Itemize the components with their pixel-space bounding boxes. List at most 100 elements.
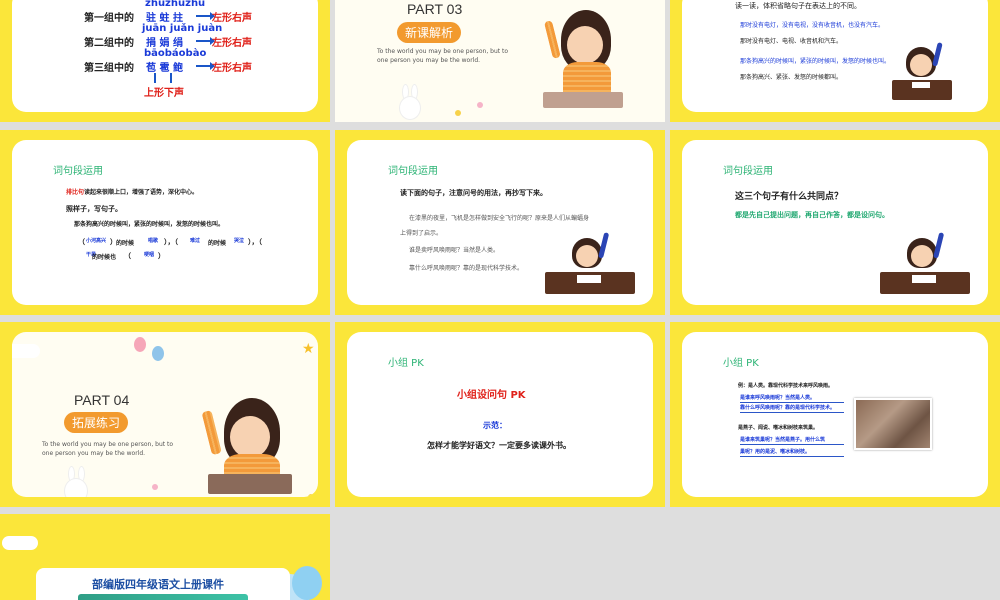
fill-in-6: 哽咽 [144,252,155,258]
paragraph-line-4: 靠什么呼风唤雨呢？靠的是现代科学技术。 [409,265,524,272]
section-tag: 小组 PK [723,358,759,369]
row-chars-1: 驻 蛀 拄 [146,13,183,24]
swallow-photo [854,398,932,450]
slide-heading: 读下面的句子，注意问号的用法，再抄写下来。 [400,189,547,197]
underline [740,444,844,445]
slide-thumbnail-7[interactable]: ★ PART 04 拓展练习 To the world you may be o… [0,322,330,507]
slide-thumbnail-9[interactable]: 小组 PK 例： 是人类。靠现代科学技术来呼风唤雨。 是谁来呼风唤雨呢？当然是人… [670,322,1000,507]
arrow-icon [196,12,215,20]
paragraph-line-2: 上得到了启示。 [400,230,443,237]
pinyin-line-3: bāobáobào [144,48,207,59]
girl-illustration [911,245,933,267]
row-chars-2: 捐 娟 绢 [146,38,183,49]
sentence-4: 那条狗高兴、紧张、发怒的时候都叫。 [740,74,843,81]
question-text: 这三个句子有什么共同点？ [735,192,844,202]
example-sentence: 那条狗高兴的时候叫，紧张的时候叫，发怒的时候也叫。 [74,221,225,228]
desk-illustration [208,474,292,494]
slide-thumbnail-8[interactable]: 小组 PK 小组设问句 PK 示范： 怎样才能学好语文？一定要多读课外书。 [335,322,665,507]
slide-canvas: 词句段运用 排比句 读起来很顺上口，增强了语势，深化中心。 照样子，写句子。 那… [12,140,318,305]
slide-canvas: 小组 PK 例： 是人类。靠现代科学技术来呼风唤雨。 是谁来呼风唤雨呢？当然是人… [682,332,988,497]
row-result-3: 左形右声 [212,63,252,74]
slide-thumbnail-10[interactable]: 部编版四年级语文上册课件 [0,514,330,600]
slide-canvas: ★ PART 04 拓展练习 To the world you may be o… [12,332,318,497]
slide-thumbnail-2[interactable]: PART 03 新课解析 To the world you may be one… [335,0,665,122]
example-label: 例： [738,383,749,389]
paragraph-line-3: 谁是卖呼风唤雨呢？当然是人类。 [409,247,500,254]
prompt-text: 是燕子、闻说、嗜冰和树枝来筑巢。 [738,425,819,431]
row-label-1: 第一组中的 [84,13,134,24]
row-result-2: 左形右声 [212,38,252,49]
sentence-1: 那时没有电灯，没有电视，没有收音机，也没有汽车。 [740,22,885,29]
bracket-comma: ），（ [164,238,178,246]
row-result-1: 左形右声 [212,13,252,24]
part-title: PART 03 [407,1,463,17]
bunny-icon [64,478,88,497]
girl-illustration [230,416,270,458]
answer-line-4: 巢呢？用的是泥、嗜冰和树枝。 [740,449,811,455]
star-icon: ★ [302,341,315,357]
balloon-icon [152,346,164,361]
slide-canvas: 小组 PK 小组设问句 PK 示范： 怎样才能学好语文？一定要多读课外书。 [347,332,653,497]
underline [740,412,844,413]
underline [740,402,844,403]
slide-canvas: 读一读，体积省略句子在表达上的不同。 那时没有电灯，没有电视，没有收音机，也没有… [682,0,988,112]
fill-in-3: 难过 [190,238,201,244]
slide-thumbnail-3[interactable]: 读一读，体积省略句子在表达上的不同。 那时没有电灯，没有电视，没有收音机，也没有… [670,0,1000,122]
girl-illustration [932,42,943,67]
balloon-icon [292,566,322,600]
slide-thumbnail-4[interactable]: 词句段运用 排比句 读起来很顺上口，增强了语势，深化中心。 照样子，写句子。 那… [0,130,330,315]
fill-in-4: 哭泣 [234,238,245,244]
slide-thumbnail-5[interactable]: 词句段运用 读下面的句子，注意问号的用法，再抄写下来。 在漆黑的夜里，飞机是怎样… [335,130,665,315]
cloud-icon [12,344,40,358]
answer-line-1: 是谁来呼风唤雨呢？当然是人类。 [740,395,816,401]
desk-illustration [543,92,623,108]
fill-label-1: 的时候 [116,240,135,247]
english-quote: To the world you may be one person, but … [42,441,174,457]
answer-line-3: 是谁来筑巢呢？当然是燕子。用什么筑 [740,437,826,443]
deck-subtitle: 部编版四年级语文上册课件 [92,578,224,591]
instruction-text: 照样子，写句子。 [66,205,122,213]
fill-label-5: 的时候也 [92,254,117,261]
title-card: 部编版四年级语文上册课件 [36,568,290,600]
section-tag: 词句段运用 [388,166,438,177]
arrow-icon [196,37,215,45]
section-pill: 新课解析 [397,22,462,43]
section-tag: 小组 PK [388,358,424,369]
highlight-term: 排比句 [66,189,85,196]
fill-in-1: 小河高兴 [86,238,107,244]
flower-icon [455,110,461,116]
title-bar [78,594,248,600]
section-tag: 词句段运用 [53,166,103,177]
balloon-icon [134,337,146,352]
answer-line-2: 靠什么呼风唤雨呢？靠的是现代科学技术。 [740,405,836,411]
bracket-comma: ），（ [248,238,262,246]
girl-illustration [543,20,561,59]
paper-illustration [577,275,601,283]
section-pill: 拓展练习 [64,412,129,433]
cloud-icon [2,536,38,550]
girl-illustration [910,54,932,76]
flower-icon [152,484,158,490]
answer-text: 都是先自己提出问题，再自己作答，都是设问句。 [735,211,889,219]
slide-heading: 读一读，体积省略句子在表达上的不同。 [735,2,861,10]
sentence-3: 那条狗高兴的时候叫，紧张的时候叫，发怒的时候也叫。 [740,58,891,65]
slide-thumbnail-1[interactable]: zhùzhūzhù 第一组中的 驻 蛀 拄 左形右声 juān juǎn juà… [0,0,330,122]
down-arrow-icon [154,73,156,83]
bunny-icon [399,96,421,120]
row-label-3: 第三组中的 [84,63,134,74]
flower-icon [477,102,483,108]
slide-thumbnail-6[interactable]: 词句段运用 这三个句子有什么共同点？ 都是先自己提出问题，再自己作答，都是设问句… [670,130,1000,315]
pinyin-line-1: zhùzhūzhù [145,0,206,9]
underline [740,456,844,457]
girl-illustration [567,26,603,64]
paragraph-line-1: 在漆黑的夜里，飞机是怎样做到安全飞行的呢？原来是人们从蝙蝠身 [409,215,590,222]
english-quote: To the world you may be one person, but … [377,48,509,64]
pinyin-line-2: juān juǎn juàn [142,23,223,34]
part-title: PART 04 [74,392,130,408]
flower-icon [308,494,314,497]
explanation-text: 读起来很顺上口，增强了语势，深化中心。 [84,189,199,196]
fill-label-3: 的时候 [208,240,227,247]
demo-sentence: 怎样才能学好语文？一定要多读课外书。 [427,441,571,450]
slide-canvas: 词句段运用 读下面的句子，注意问号的用法，再抄写下来。 在漆黑的夜里，飞机是怎样… [347,140,653,305]
row-label-2: 第二组中的 [84,38,134,49]
